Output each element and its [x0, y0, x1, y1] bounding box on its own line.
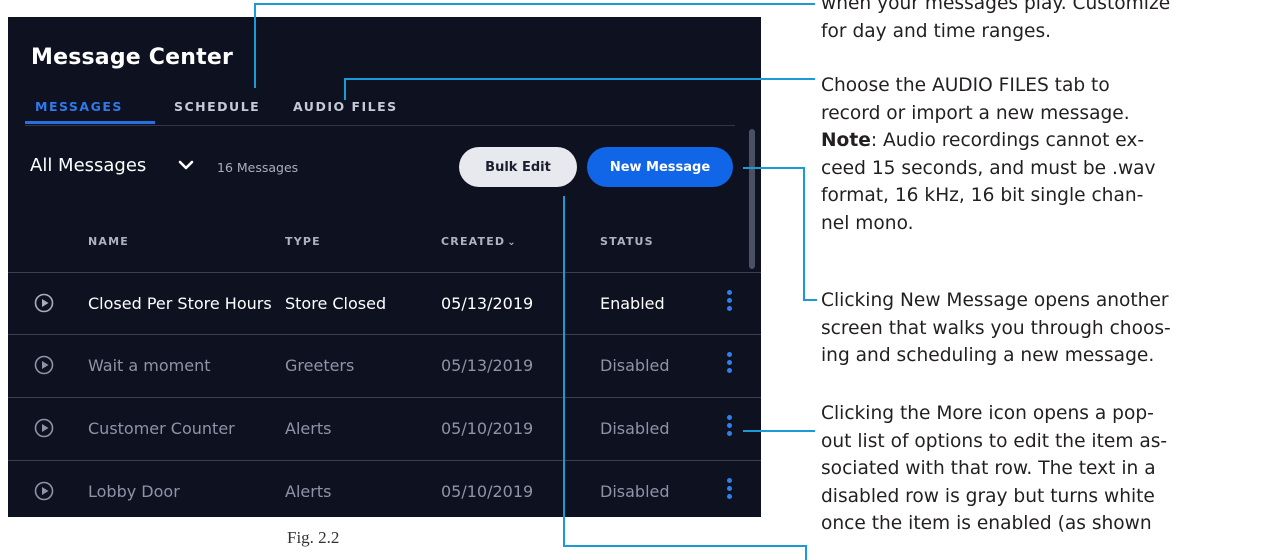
callout-line: Clicking the More icon opens a pop-: [821, 403, 1154, 424]
callout-note-line: Note: Audio recordings cannot ex-: [821, 127, 1271, 155]
callout-line: out list of options to edit the item as-: [821, 430, 1168, 452]
callout-line: record or import a new message.: [821, 102, 1130, 124]
callout-audio-files: Choose the AUDIO FILES tab to record or …: [821, 72, 1271, 237]
callout-line: once the item is enabled (as shown: [821, 513, 1152, 534]
callout-line: disabled row is gray but turns white: [821, 485, 1155, 507]
callout-line: screen that walks you through choos-: [821, 317, 1171, 339]
callout-new-message: Clicking New Message opens another scree…: [821, 287, 1271, 370]
callout-line: ing and scheduling a new message.: [821, 345, 1155, 366]
callout-line: nel mono.: [821, 212, 914, 234]
callout-line: Clicking New Message opens another: [821, 290, 1169, 311]
callout-line: Choose the AUDIO FILES tab to: [821, 75, 1110, 96]
callout-line: ceed 15 seconds, and must be .wav: [821, 157, 1156, 179]
callout-line: format, 16 kHz, 16 bit single chan-: [821, 185, 1144, 206]
callout-line: for day and time ranges.: [821, 20, 1052, 42]
callout-schedule: when your messages play. Customize for d…: [821, 0, 1271, 45]
callout-line: sociated with that row. The text in a: [821, 458, 1156, 479]
note-label: Note: [821, 130, 871, 151]
callout-line: when your messages play. Customize: [821, 0, 1171, 14]
callout-line: : Audio recordings cannot ex-: [870, 130, 1145, 151]
callout-more-icon: Clicking the More icon opens a pop- out …: [821, 400, 1271, 538]
